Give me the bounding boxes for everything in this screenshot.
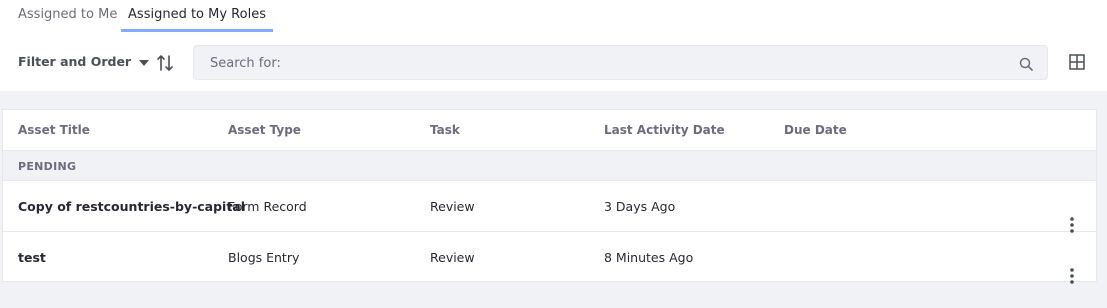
asset-title-link[interactable]: Copy of restcountries-by-capital — [18, 199, 245, 214]
display-style-button[interactable] — [1069, 54, 1085, 70]
asset-type-cell: Form Record — [228, 199, 307, 214]
toolbar: Filter and Order — [0, 32, 1107, 91]
column-header-last-activity-date: Last Activity Date — [604, 123, 725, 137]
filter-and-order-label: Filter and Order — [18, 54, 132, 69]
order-arrow-icon — [155, 55, 175, 77]
tasks-table: Asset Title Asset Type Task Last Activit… — [2, 109, 1097, 284]
asset-type-cell: Blogs Entry — [228, 250, 300, 265]
cards-view-icon — [1069, 54, 1085, 74]
column-header-asset-type: Asset Type — [228, 123, 301, 137]
column-header-due-date: Due Date — [784, 123, 847, 137]
last-activity-cell: 8 Minutes Ago — [604, 250, 694, 265]
search-input[interactable] — [208, 46, 1002, 81]
sort-order-button[interactable] — [155, 53, 175, 73]
table-header: Asset Title Asset Type Task Last Activit… — [3, 110, 1096, 151]
task-cell: Review — [430, 199, 475, 214]
last-activity-cell: 3 Days Ago — [604, 199, 676, 214]
column-header-asset-title: Asset Title — [18, 123, 90, 137]
row-actions-button[interactable] — [1064, 248, 1080, 284]
table-row: Copy of restcountries-by-capital Form Re… — [3, 181, 1096, 233]
ellipsis-v-icon — [1064, 266, 1080, 289]
tab-assigned-to-my-roles[interactable]: Assigned to My Roles — [121, 0, 273, 32]
search-box — [193, 45, 1048, 81]
column-header-task: Task — [430, 123, 460, 137]
table-row: test Blogs Entry Review 8 Minutes Ago — [3, 232, 1096, 284]
tab-assigned-to-me[interactable]: Assigned to Me — [18, 0, 117, 32]
asset-title-link[interactable]: test — [18, 250, 46, 265]
caret-down-icon — [139, 54, 150, 69]
row-actions-button[interactable] — [1064, 197, 1080, 233]
search-icon[interactable] — [1019, 56, 1033, 71]
management-bar: Assigned to Me Assigned to My Roles Filt… — [0, 0, 1107, 91]
group-header-pending: PENDING — [3, 151, 1096, 181]
group-label: PENDING — [18, 160, 77, 173]
filter-and-order-dropdown[interactable]: Filter and Order — [18, 54, 150, 69]
tab-bar: Assigned to Me Assigned to My Roles — [0, 0, 1107, 32]
task-cell: Review — [430, 250, 475, 265]
